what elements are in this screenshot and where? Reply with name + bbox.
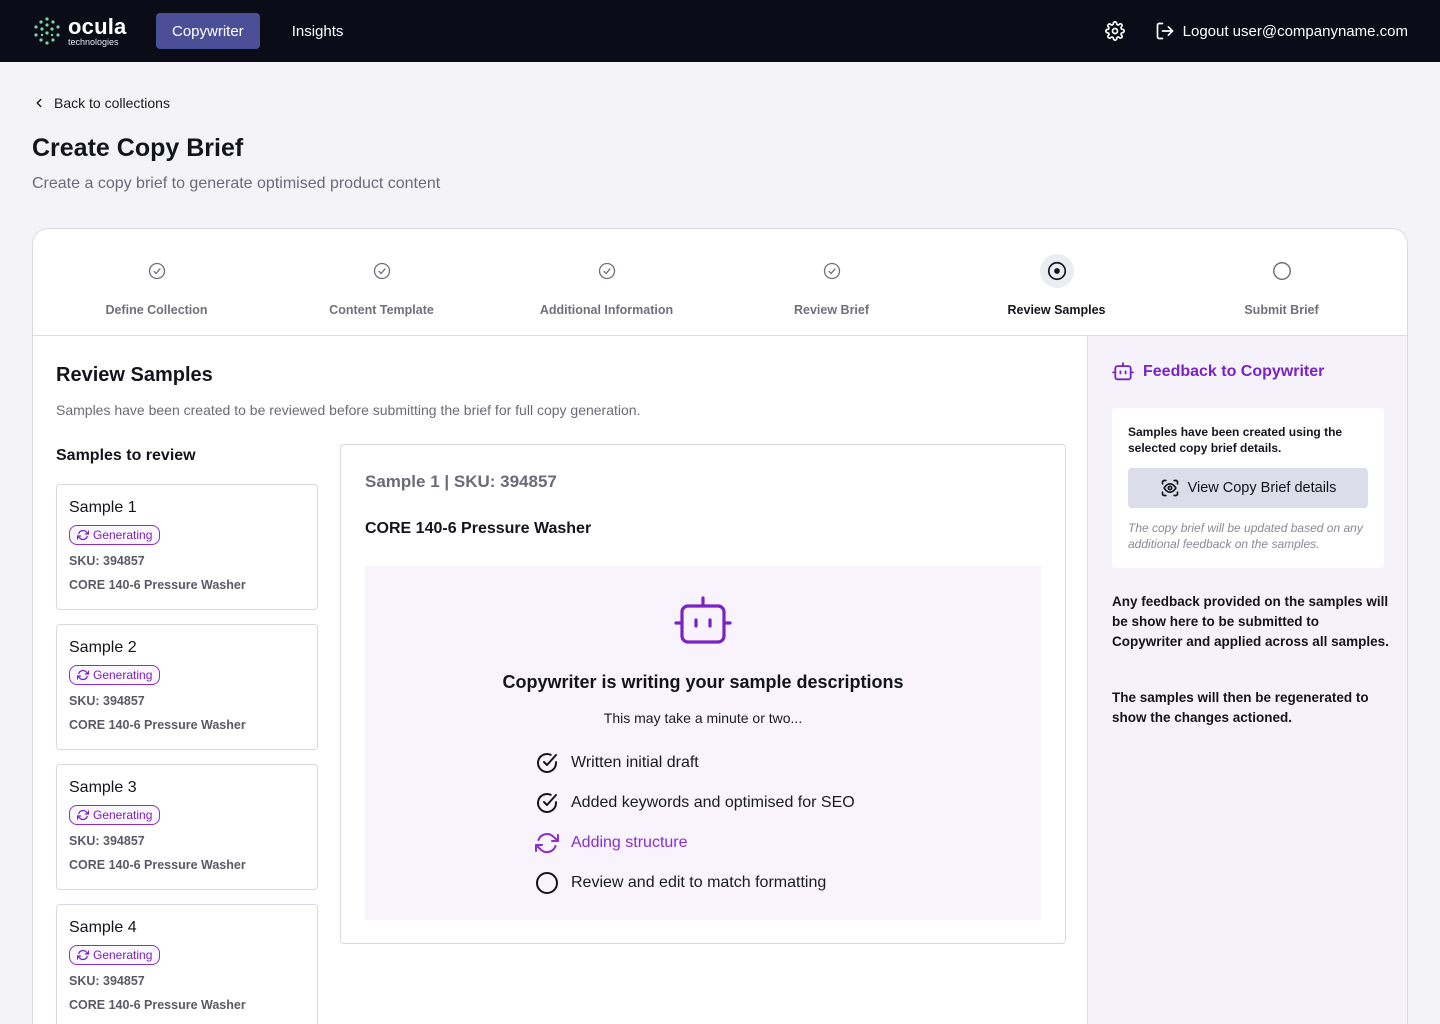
back-label: Back to collections	[54, 95, 170, 111]
step-review-samples[interactable]: Review Samples	[944, 229, 1169, 335]
sample-name: Sample 4	[69, 919, 137, 936]
logo-name: ocula	[68, 13, 127, 39]
task-item: Added keywords and optimised for SEO	[535, 791, 855, 815]
check-circle-icon	[145, 259, 169, 283]
task-item: Written initial draft	[535, 751, 699, 775]
check-circle-icon	[537, 793, 557, 813]
refresh-icon	[77, 809, 89, 821]
generation-title: Copywriter is writing your sample descri…	[502, 672, 904, 692]
task-label: Added keywords and optimised for SEO	[571, 794, 855, 811]
feedback-panel: Feedback to Copywriter Samples have been…	[1087, 336, 1407, 1024]
sample-detail-panel: Sample 1 | SKU: 394857 CORE 140-6 Pressu…	[340, 444, 1066, 944]
robot-icon	[1112, 362, 1134, 381]
brief-card: Define Collection Content Template Addit…	[32, 228, 1408, 1024]
eye-scan-icon	[1161, 479, 1178, 497]
sample-sku: SKU: 394857	[69, 834, 145, 848]
sample-product: CORE 140-6 Pressure Washer	[69, 578, 246, 592]
status-badge: Generating	[69, 945, 161, 965]
empty-circle-icon	[536, 872, 558, 894]
status-label: Generating	[93, 948, 153, 962]
sample-card[interactable]: Sample 2 Generating SKU: 394857 CORE 140…	[56, 624, 318, 750]
step-label: Review Brief	[793, 303, 870, 317]
page-subtitle: Create a copy brief to generate optimise…	[32, 175, 441, 192]
empty-circle-icon	[1270, 259, 1294, 283]
sample-product: CORE 140-6 Pressure Washer	[69, 998, 246, 1012]
feedback-paragraph: The samples will then be regenerated to …	[1112, 690, 1369, 725]
logout-label: Logout user@companyname.com	[1182, 22, 1408, 40]
step-content-template[interactable]: Content Template	[269, 229, 494, 335]
review-title: Review Samples	[56, 364, 213, 386]
nav-tab-copywriter[interactable]: Copywriter	[156, 13, 260, 49]
generation-subtitle: This may take a minute or two...	[603, 710, 803, 726]
task-label: Written initial draft	[571, 754, 699, 771]
chevron-left-icon	[36, 98, 42, 108]
check-circle-icon	[820, 259, 844, 283]
check-circle-icon	[370, 259, 394, 283]
samples-list-title: Samples to review	[56, 447, 196, 464]
sample-product: CORE 140-6 Pressure Washer	[69, 718, 246, 732]
sample-card[interactable]: Sample 3 Generating SKU: 394857 CORE 140…	[56, 764, 318, 890]
sample-detail-product: CORE 140-6 Pressure Washer	[365, 520, 592, 537]
nav-tab-insights[interactable]: Insights	[276, 13, 360, 49]
status-badge: Generating	[69, 525, 161, 545]
step-label: Additional Information	[539, 303, 674, 317]
feedback-info-box: Samples have been created using the sele…	[1112, 408, 1384, 568]
logout-button[interactable]: Logout user@companyname.com	[1155, 21, 1408, 41]
stepper: Define Collection Content Template Addit…	[33, 229, 1407, 336]
sample-name: Sample 2	[69, 639, 137, 656]
radio-dot-icon	[1039, 254, 1074, 288]
logo[interactable]: ocula technologies	[32, 13, 156, 47]
refresh-icon	[535, 833, 559, 854]
status-badge: Generating	[69, 805, 161, 825]
logo-mark-icon	[34, 17, 60, 45]
sample-sku: SKU: 394857	[69, 974, 145, 988]
feedback-title: Feedback to Copywriter	[1112, 362, 1324, 382]
refresh-icon	[77, 949, 89, 961]
status-label: Generating	[93, 808, 153, 822]
sample-product: CORE 140-6 Pressure Washer	[69, 858, 246, 872]
top-nav: ocula technologies Copywriter Insights L…	[0, 0, 1440, 62]
step-label: Content Template	[329, 303, 434, 317]
task-label: Review and edit to match formatting	[571, 874, 827, 891]
status-label: Generating	[93, 528, 153, 542]
back-to-collections-link[interactable]: Back to collections	[32, 95, 170, 111]
gear-icon[interactable]	[1104, 21, 1125, 41]
feedback-title-label: Feedback to Copywriter	[1143, 363, 1325, 380]
sample-card[interactable]: Sample 4 Generating SKU: 394857 CORE 140…	[56, 904, 318, 1024]
step-label: Define Collection	[105, 303, 208, 317]
refresh-icon	[77, 529, 89, 541]
step-review-brief[interactable]: Review Brief	[719, 229, 944, 335]
check-circle-icon	[595, 259, 619, 283]
sample-name: Sample 3	[69, 779, 137, 796]
task-label: Adding structure	[571, 834, 688, 851]
page-title: Create Copy Brief	[32, 134, 244, 162]
view-copy-brief-button[interactable]: View Copy Brief details	[1128, 468, 1368, 508]
step-label: Submit Brief	[1244, 303, 1319, 317]
sample-detail-heading: Sample 1 | SKU: 394857	[365, 472, 557, 491]
feedback-note: The copy brief will be updated based on …	[1128, 521, 1363, 551]
sample-sku: SKU: 394857	[69, 694, 145, 708]
step-additional-information[interactable]: Additional Information	[494, 229, 719, 335]
check-circle-icon	[537, 753, 557, 773]
task-item: Review and edit to match formatting	[535, 871, 826, 895]
step-label: Review Samples	[1007, 303, 1106, 317]
feedback-info-text: Samples have been created using the sele…	[1128, 425, 1343, 455]
generation-status-box: Copywriter is writing your sample descri…	[365, 566, 1041, 920]
sample-name: Sample 1	[69, 499, 137, 516]
view-copy-brief-label: View Copy Brief details	[1187, 480, 1337, 496]
sample-sku: SKU: 394857	[69, 554, 145, 568]
step-submit-brief[interactable]: Submit Brief	[1169, 229, 1394, 335]
logo-sub: technologies	[68, 36, 119, 47]
status-label: Generating	[93, 668, 153, 682]
task-item: Adding structure	[535, 831, 688, 855]
status-badge: Generating	[69, 665, 161, 685]
step-define-collection[interactable]: Define Collection	[44, 229, 269, 335]
robot-icon	[674, 596, 732, 644]
feedback-paragraph: Any feedback provided on the samples wil…	[1112, 594, 1389, 649]
logout-icon	[1156, 22, 1173, 40]
review-subtitle: Samples have been created to be reviewed…	[56, 402, 641, 418]
review-content: Review Samples Samples have been created…	[33, 336, 1087, 1024]
refresh-icon	[77, 669, 89, 681]
sample-card[interactable]: Sample 1 Generating SKU: 394857 CORE 140…	[56, 484, 318, 610]
